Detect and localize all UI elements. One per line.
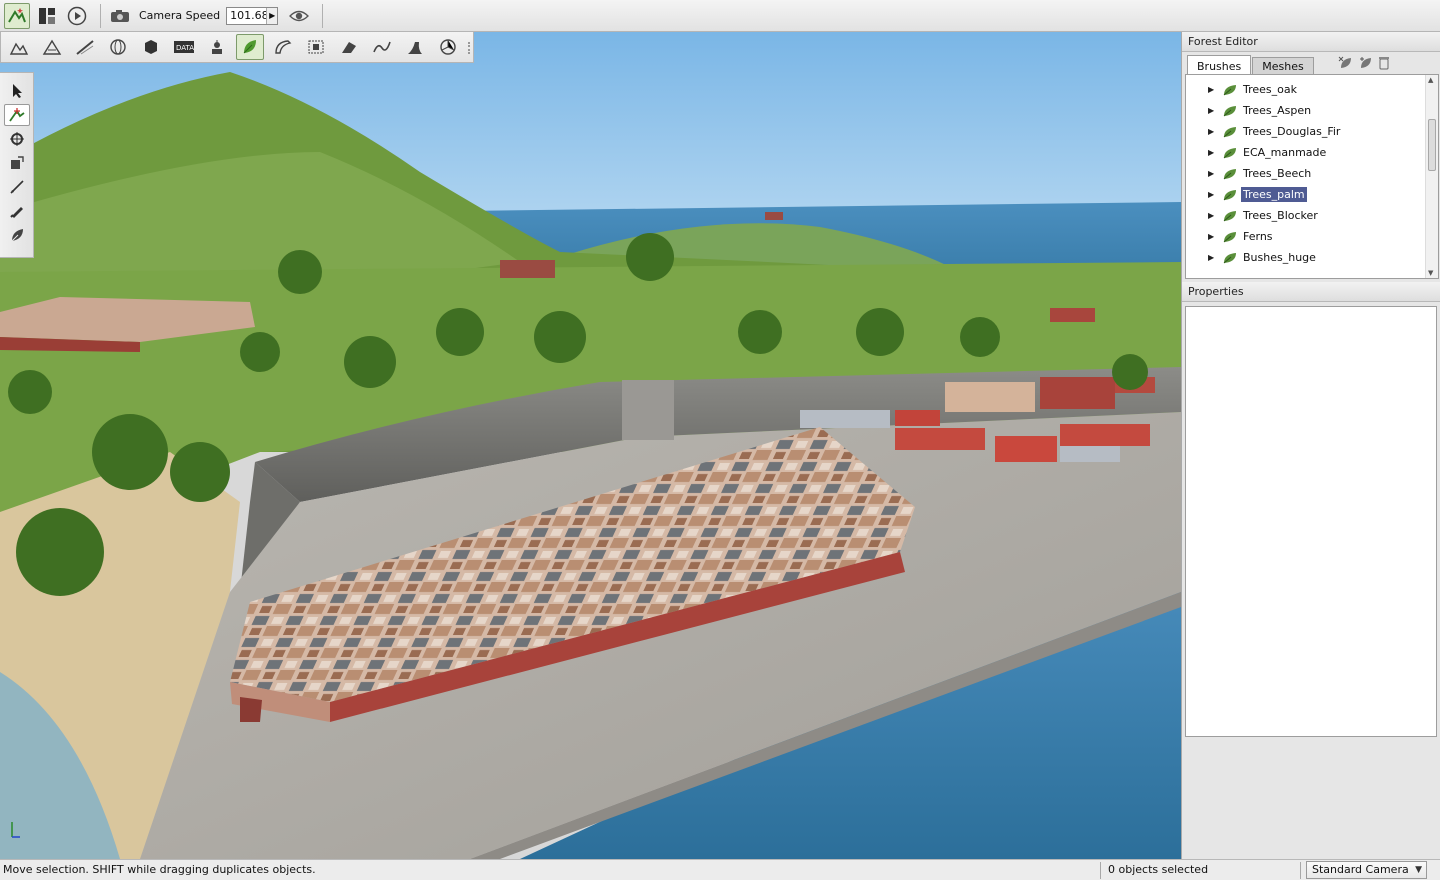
status-bar: Move selection. SHIFT while dragging dup… (0, 859, 1440, 880)
play-icon[interactable] (64, 3, 90, 29)
leaf-icon (1223, 231, 1236, 242)
brush-tools (1338, 56, 1390, 73)
expand-arrow-icon[interactable]: ▶ (1208, 148, 1218, 157)
expand-arrow-icon[interactable]: ▶ (1208, 106, 1218, 115)
expand-arrow-icon[interactable]: ▶ (1208, 253, 1218, 262)
camera-icon[interactable] (107, 3, 133, 29)
tree-item-trees-beech[interactable]: ▶ Trees_Beech (1186, 163, 1438, 184)
leaf-icon (1223, 84, 1236, 95)
leaf-icon (1223, 210, 1236, 221)
expand-arrow-icon[interactable]: ▶ (1208, 169, 1218, 178)
object-editor-icon[interactable] (137, 34, 165, 60)
brush-tree: ▶ Trees_oak ▶ Trees_Aspen ▶ Trees_Dougla… (1185, 74, 1439, 279)
new-brush-icon[interactable] (1338, 56, 1354, 73)
expand-arrow-icon[interactable]: ▶ (1208, 232, 1218, 241)
select-arrow-icon[interactable] (4, 80, 30, 102)
tree-item-label: ECA_manmade (1243, 146, 1327, 159)
forest-editor-tabs: Brushes Meshes (1182, 54, 1440, 76)
expand-arrow-icon[interactable]: ▶ (1208, 85, 1218, 94)
delete-brush-icon[interactable] (1378, 56, 1390, 73)
tree-item-bushes-huge[interactable]: ▶ Bushes_huge (1186, 247, 1438, 268)
tree-item-eca-manmade[interactable]: ▶ ECA_manmade (1186, 142, 1438, 163)
toolbar-separator (322, 3, 324, 28)
tree-item-trees-oak[interactable]: ▶ Trees_oak (1186, 79, 1438, 100)
status-separator (1300, 862, 1301, 879)
tree-scrollbar[interactable]: ▲ ▼ (1425, 75, 1438, 278)
leaf-icon (1223, 189, 1236, 200)
world-editor-icon[interactable] (4, 2, 30, 29)
eye-icon[interactable] (286, 3, 312, 29)
leaf-icon (1223, 126, 1236, 137)
tree-item-trees-blocker[interactable]: ▶ Trees_Blocker (1186, 205, 1438, 226)
tree-item-label: Ferns (1243, 230, 1273, 243)
sky-globe-icon[interactable] (104, 34, 132, 60)
paint-brush-icon[interactable] (4, 176, 30, 198)
expand-arrow-icon[interactable]: ▶ (1208, 127, 1218, 136)
leaf-icon (1223, 147, 1236, 158)
chevron-down-icon: ▼ (1415, 865, 1422, 875)
tree-item-label: Trees_Blocker (1243, 209, 1318, 222)
3d-viewport[interactable] (0, 32, 1181, 859)
tool-palette (0, 72, 34, 258)
scroll-down-icon[interactable]: ▼ (1428, 269, 1433, 277)
toolbar-grip[interactable] (468, 42, 472, 54)
forest-editor-panel: Forest Editor Brushes Meshes ▶ Trees_oak… (1181, 32, 1440, 859)
mesh-road-icon[interactable] (302, 34, 330, 60)
datablock-editor-icon[interactable]: DATA (170, 34, 198, 60)
svg-text:DATA: DATA (176, 44, 194, 52)
layout-icon[interactable] (34, 3, 60, 29)
properties-inspector[interactable] (1185, 306, 1437, 737)
erase-brush-icon[interactable] (4, 200, 30, 222)
scroll-up-icon[interactable]: ▲ (1428, 76, 1433, 84)
camera-speed-value: 101.68 (230, 9, 269, 22)
tree-item-label: Bushes_huge (1243, 251, 1316, 264)
tree-item-trees-aspen[interactable]: ▶ Trees_Aspen (1186, 100, 1438, 121)
scrollbar-thumb[interactable] (1428, 119, 1436, 171)
particle-editor-icon[interactable] (203, 34, 231, 60)
river-editor-icon[interactable] (335, 34, 363, 60)
erase-selected-icon[interactable] (4, 224, 30, 246)
toolbar-separator (100, 3, 101, 28)
camera-mode-select[interactable]: Standard Camera ▼ (1306, 861, 1427, 879)
rotate-icon[interactable] (4, 128, 30, 150)
status-separator (1100, 862, 1101, 879)
expand-arrow-icon[interactable]: ▶ (1208, 190, 1218, 199)
tree-item-trees-douglas-fir[interactable]: ▶ Trees_Douglas_Fir (1186, 121, 1438, 142)
camera-speed-input[interactable]: 101.68 ▶ (226, 6, 279, 25)
selection-count: 0 objects selected (1108, 863, 1209, 876)
forest-editor-icon[interactable] (236, 34, 264, 60)
scale-icon[interactable] (4, 152, 30, 174)
terrain-painter-icon[interactable] (38, 34, 66, 60)
decal-road-icon[interactable] (401, 34, 429, 60)
camera-speed-arrow-icon[interactable]: ▶ (266, 7, 278, 24)
shape-editor-icon[interactable] (434, 34, 462, 60)
tree-item-label: Trees_oak (1243, 83, 1297, 96)
camera-mode-value: Standard Camera (1312, 863, 1409, 876)
properties-title: Properties (1182, 282, 1440, 302)
editor-tools-toolbar: DATA (0, 32, 474, 63)
leaf-icon (1223, 252, 1236, 263)
tree-item-label: Trees_palm (1241, 187, 1307, 202)
move-brush-icon[interactable] (3, 104, 30, 126)
road-editor-icon[interactable] (71, 34, 99, 60)
leaf-icon (1223, 168, 1236, 179)
scene-render (0, 32, 1181, 859)
status-message: Move selection. SHIFT while dragging dup… (3, 863, 316, 876)
add-brush-element-icon[interactable] (1358, 56, 1374, 73)
expand-arrow-icon[interactable]: ▶ (1208, 211, 1218, 220)
tree-item-trees-palm[interactable]: ▶ Trees_palm (1186, 184, 1438, 205)
tree-item-label: Trees_Aspen (1243, 104, 1312, 117)
main-toolbar: Camera Speed 101.68 ▶ (0, 0, 1440, 32)
camera-speed-label: Camera Speed (139, 9, 221, 22)
convex-editor-icon[interactable] (368, 34, 396, 60)
tab-brushes[interactable]: Brushes (1187, 55, 1252, 76)
tree-item-label: Trees_Beech (1243, 167, 1312, 180)
tree-item-ferns[interactable]: ▶ Ferns (1186, 226, 1438, 247)
decal-editor-icon[interactable] (269, 34, 297, 60)
forest-editor-title: Forest Editor (1182, 32, 1440, 52)
terrain-editor-icon[interactable] (5, 34, 33, 60)
tree-item-label: Trees_Douglas_Fir (1243, 125, 1341, 138)
leaf-icon (1223, 105, 1236, 116)
